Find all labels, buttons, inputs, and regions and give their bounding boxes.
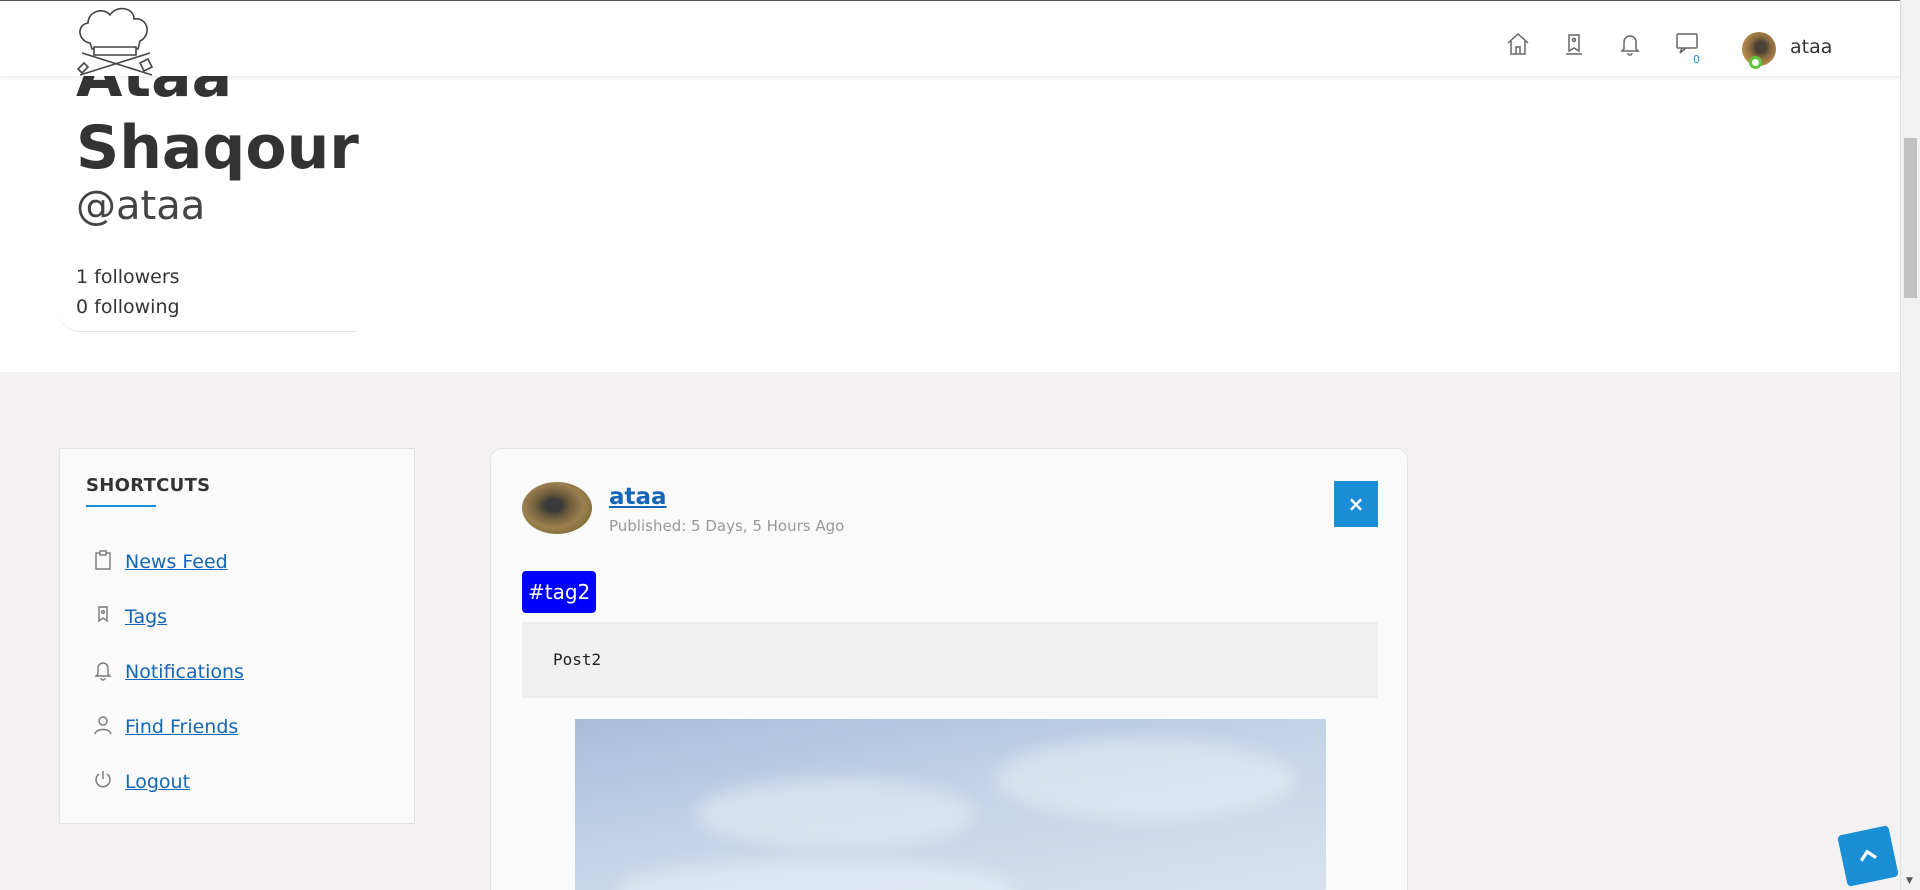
clipboard-icon: [92, 549, 114, 571]
top-navbar: 0 ataa: [0, 0, 1900, 76]
scrollbar-thumb[interactable]: [1904, 138, 1917, 298]
bell-icon: [92, 659, 114, 681]
profile-last-name: Shaqour: [76, 113, 359, 183]
home-icon[interactable]: [1505, 31, 1531, 57]
message-count-badge: 0: [1693, 53, 1700, 66]
nav-username[interactable]: ataa: [1790, 36, 1832, 58]
delete-post-button[interactable]: ×: [1334, 481, 1378, 527]
shortcut-label[interactable]: News Feed: [125, 551, 228, 573]
shortcut-label[interactable]: Logout: [125, 771, 190, 793]
online-status-indicator: [1749, 56, 1762, 69]
post-text: Post2: [553, 650, 602, 669]
followers-count[interactable]: 1 followers: [76, 266, 180, 288]
scroll-down-arrow[interactable]: ▼: [1906, 876, 1913, 886]
page-scrollbar[interactable]: ▼: [1900, 0, 1920, 890]
shortcut-label[interactable]: Tags: [125, 606, 167, 628]
tag-icon[interactable]: [1561, 31, 1587, 57]
chef-hat-logo[interactable]: [70, 3, 160, 81]
shortcut-label[interactable]: Find Friends: [125, 716, 238, 738]
bell-icon[interactable]: [1617, 31, 1643, 57]
user-icon: [92, 714, 114, 736]
post-author-avatar[interactable]: [522, 482, 592, 534]
following-count[interactable]: 0 following: [76, 296, 180, 318]
shortcuts-title: SHORTCUTS: [86, 475, 211, 496]
post-card: ataa Published: 5 Days, 5 Hours Ago × #t…: [490, 448, 1408, 890]
post-tag[interactable]: #tag2: [522, 571, 597, 613]
profile-handle: @ataa: [76, 183, 206, 229]
title-underline: [86, 505, 156, 507]
shortcut-label[interactable]: Notifications: [125, 661, 244, 683]
post-published-time: Published: 5 Days, 5 Hours Ago: [609, 517, 845, 535]
power-icon: [92, 769, 114, 791]
tag-icon: [92, 604, 114, 626]
back-to-top-button[interactable]: [1837, 825, 1899, 887]
close-icon: ×: [1347, 492, 1365, 516]
chevron-up-icon: [1859, 849, 1877, 862]
post-author-link[interactable]: ataa: [609, 484, 667, 510]
shortcuts-panel: SHORTCUTS News Feed Tags Notifications F…: [59, 448, 415, 824]
profile-stats: 1 followers 0 following: [57, 262, 357, 332]
post-image[interactable]: [575, 719, 1326, 890]
post-content: Post2: [522, 622, 1378, 698]
